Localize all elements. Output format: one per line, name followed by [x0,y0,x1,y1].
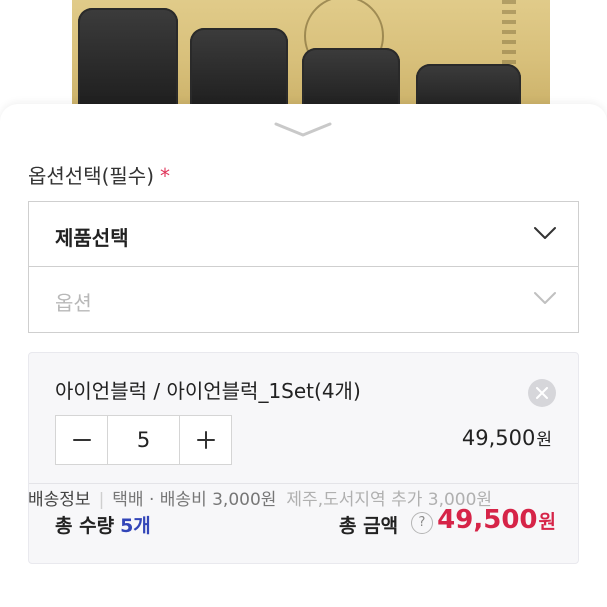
shipping-method: 택배 · 배송비 3,000원 [112,490,277,510]
option-select[interactable]: 옵션 [28,267,579,333]
option-sheet: 옵션선택(필수) * 제품선택 옵션 아이언블럭 / 아이언블럭_1Set(4개)… [0,104,607,607]
close-icon [536,387,548,399]
total-qty-label: 총 수량 [55,515,115,537]
quantity-decrease-button[interactable] [56,416,107,464]
selected-item-name: 아이언블럭 / 아이언블럭_1Set(4개) [55,379,361,403]
chevron-down-icon [534,292,556,304]
total-amount-label: 총 금액 [339,515,399,537]
plus-icon [196,431,215,449]
item-price: 49,500원 [462,425,552,450]
option-label-text: 옵션선택(필수) [28,164,155,188]
total-qty-value: 5개 [120,515,151,537]
remove-item-button[interactable] [528,379,556,407]
option-select-placeholder: 옵션 [55,291,92,315]
shipping-label: 배송정보 [28,490,91,510]
iron-block-1 [78,8,178,118]
sheet-collapse-handle[interactable] [272,118,334,140]
item-price-value: 49,500 [461,426,536,450]
summary-divider [29,483,578,484]
shipping-extra: 제주,도서지역 추가 3,000원 [286,490,493,510]
total-price-currency: 원 [538,511,556,533]
product-select[interactable]: 제품선택 [28,201,579,267]
quantity-stepper: 5 [55,415,232,465]
required-mark: * [160,164,171,188]
help-icon[interactable]: ? [411,512,433,534]
shipping-info: 배송정보 | 택배 · 배송비 3,000원 제주,도서지역 추가 3,000원 [28,485,492,510]
quantity-increase-button[interactable] [180,416,231,464]
minus-icon [72,439,91,441]
chevron-down-icon [274,122,332,137]
product-select-value: 제품선택 [55,226,129,250]
chevron-down-icon [534,227,556,239]
item-price-currency: 원 [536,430,552,450]
quantity-value[interactable]: 5 [107,416,180,464]
product-image [0,0,607,120]
selected-item-card: 아이언블럭 / 아이언블럭_1Set(4개) 5 49,500원 총 수량 5개… [28,352,579,564]
option-section-label: 옵션선택(필수) * [28,160,170,189]
shipping-separator: | [98,490,105,510]
total-quantity: 총 수량 5개 [55,511,151,538]
